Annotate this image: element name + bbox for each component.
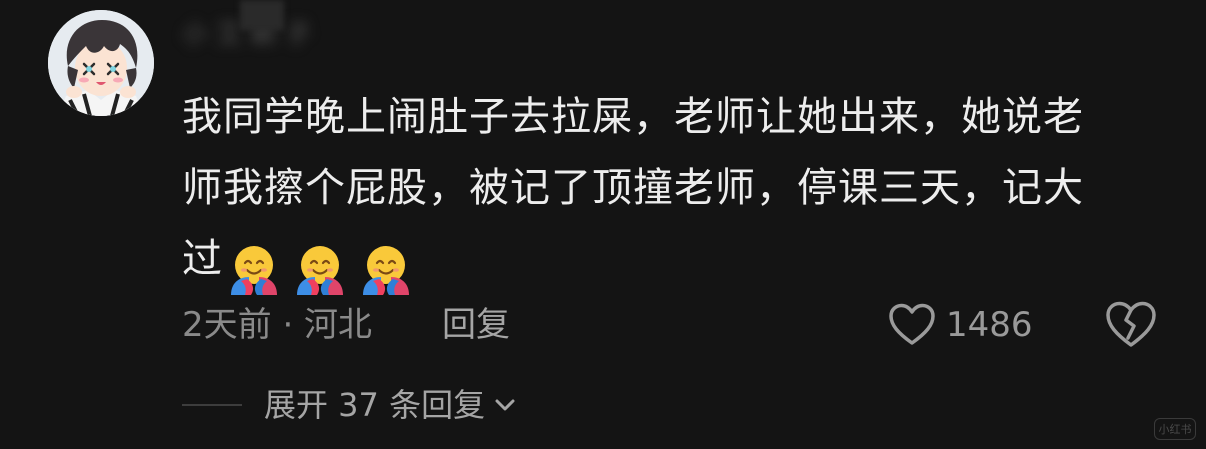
hugging-face-emoji <box>363 246 409 295</box>
broken-heart-icon <box>1106 301 1156 347</box>
like-count: 1486 <box>946 305 1033 345</box>
expand-replies-button[interactable]: 展开 37 条回复 <box>182 382 517 428</box>
avatar[interactable] <box>48 10 154 116</box>
hugging-face-emoji <box>297 246 343 295</box>
reply-button[interactable]: 回复 <box>442 302 510 348</box>
anime-boy-avatar-icon <box>48 10 154 116</box>
username-mask <box>240 0 284 30</box>
content-line-text: 过 <box>182 236 223 282</box>
watermark-logo: 小红书 <box>1154 418 1196 440</box>
comment-meta: 2天前 · 河北 <box>182 305 373 345</box>
dislike-button[interactable] <box>1104 300 1158 350</box>
heart-outline-icon <box>889 303 935 345</box>
chevron-down-icon <box>495 399 515 411</box>
divider-line <box>182 404 242 406</box>
comment-content: 我同学晚上闹肚子去拉屎，老师让她出来，她说老 师我擦个屁股，被记了顶撞老师，停课… <box>182 82 1172 303</box>
content-line: 我同学晚上闹肚子去拉屎，老师让她出来，她说老 <box>182 94 1084 140</box>
hugging-face-emoji <box>231 246 277 295</box>
expand-replies-label: 展开 37 条回复 <box>264 386 486 424</box>
content-line: 过 <box>182 224 1172 303</box>
emoji-group <box>225 232 423 303</box>
content-line: 师我擦个屁股，被记了顶撞老师，停课三天，记大 <box>182 165 1084 211</box>
comment-item: 小 艾 颖 子 我同学晚上闹肚子去拉屎，老师让她出来，她说老 师我擦个屁股，被记… <box>0 0 1206 449</box>
like-button[interactable]: 1486 <box>888 300 1033 350</box>
